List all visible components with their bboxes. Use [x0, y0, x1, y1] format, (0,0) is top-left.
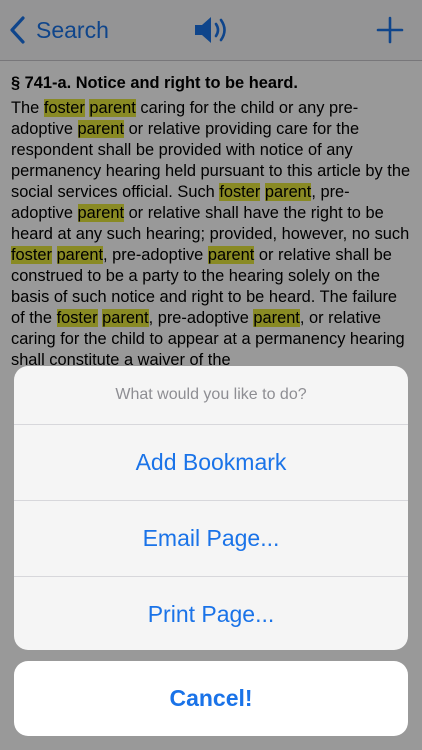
add-bookmark-button[interactable]: Add Bookmark: [14, 425, 408, 501]
email-page-button[interactable]: Email Page...: [14, 501, 408, 577]
print-page-button[interactable]: Print Page...: [14, 577, 408, 650]
action-sheet-title: What would you like to do?: [14, 366, 408, 425]
action-sheet: What would you like to do? Add Bookmark …: [14, 366, 408, 650]
cancel-button[interactable]: Cancel!: [14, 661, 408, 736]
